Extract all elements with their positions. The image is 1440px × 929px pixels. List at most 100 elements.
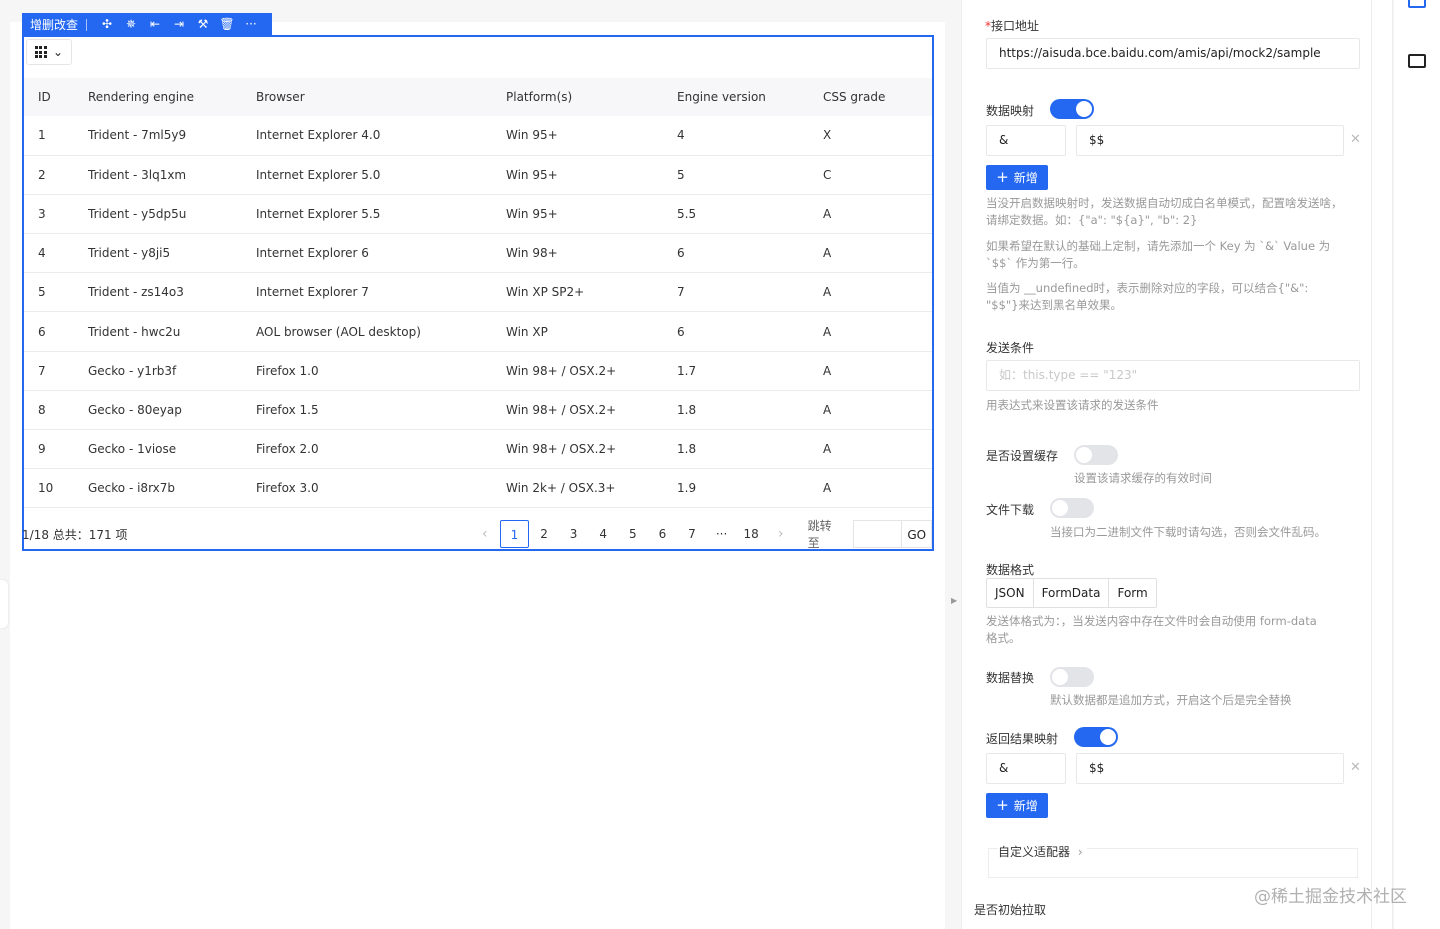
header-engine-version[interactable]: Engine version <box>677 78 823 116</box>
table-row[interactable]: 3 Trident - y5dp5u Internet Explorer 5.5 Wi… <box>24 194 932 235</box>
custom-adaptor-toggle[interactable]: 自定义适配器 › <box>998 843 1087 860</box>
cell-browser: Internet Explorer 6 <box>256 233 506 274</box>
page-button-18[interactable]: 18 <box>736 520 766 548</box>
data-format-label: 数据格式 <box>986 563 1035 577</box>
next-page-button[interactable]: › <box>766 520 796 548</box>
table-row[interactable]: 6 Trident - hwc2u AOL browser (AOL desktop… <box>24 311 932 352</box>
download-hint: 当接口为二进制文件下载时请勾选，否则会文件乱码。 <box>1050 525 1326 539</box>
move-icon[interactable]: ✣ <box>95 13 119 36</box>
column-toggle-button[interactable]: ⌄ <box>26 39 72 65</box>
data-mapping-switch[interactable] <box>1050 99 1094 119</box>
cell-browser: Firefox 1.0 <box>256 351 506 391</box>
data-mapping-hint-3: 当值为 __undefined时，表示删除对应的字段，可以结合{"&": "$$… <box>986 280 1366 314</box>
plus-icon: + <box>996 168 1009 186</box>
cell-browser: Internet Explorer 5.0 <box>256 155 506 195</box>
go-button[interactable]: GO <box>902 520 933 548</box>
cell-id: 9 <box>24 429 88 470</box>
send-condition-input[interactable]: 如：this.type == "123" <box>986 360 1360 391</box>
switch-knob <box>1052 500 1068 516</box>
format-option-form[interactable]: Form <box>1109 579 1155 607</box>
table-row[interactable]: 8 Gecko - 80eyap Firefox 1.5 Win 98+ / OSX.… <box>24 390 932 431</box>
pagination-info: 1/18 总共：171 项 <box>22 527 128 542</box>
table-row[interactable]: 5 Trident - zs14o3 Internet Explorer 7 Win … <box>24 272 932 313</box>
cell-grade: X <box>823 116 932 156</box>
align-right-icon[interactable]: ⇥ <box>167 13 191 36</box>
bug-icon[interactable]: ✵ <box>119 13 143 36</box>
cell-id: 6 <box>24 311 88 352</box>
api-url-input[interactable]: https://aisuda.bce.baidu.com/amis/api/mo… <box>986 38 1360 69</box>
cell-platform: Win XP <box>506 311 677 352</box>
switch-knob <box>1076 101 1092 117</box>
switch-knob <box>1100 729 1116 745</box>
jump-page-input[interactable] <box>853 520 903 548</box>
data-mapping-key-input[interactable]: & <box>986 125 1066 156</box>
page-button-3[interactable]: 3 <box>559 520 589 548</box>
hint-line: 请绑定数据。如：{"a": "${a}", "b": 2} <box>986 213 1198 227</box>
header-id[interactable]: ID <box>24 78 88 116</box>
cell-id: 3 <box>24 194 88 235</box>
header-css-grade[interactable]: CSS grade <box>823 78 932 116</box>
data-mapping-hint-1: 当没开启数据映射时，发送数据自动切成白名单模式，配置啥发送啥， 请绑定数据。如：… <box>986 195 1366 229</box>
replace-switch[interactable] <box>1050 667 1094 687</box>
table-row[interactable]: 9 Gecko - 1viose Firefox 2.0 Win 98+ / OSX.… <box>24 429 932 470</box>
hint-line: 如果希望在默认的基础上定制，请先添加一个 Key 为 `&` Value 为 <box>986 239 1331 253</box>
cell-id: 4 <box>24 233 88 274</box>
page-button-1[interactable]: 1 <box>499 520 530 548</box>
cell-version: 4 <box>677 116 823 156</box>
header-browser[interactable]: Browser <box>256 78 506 116</box>
align-left-icon[interactable]: ⇤ <box>143 13 167 36</box>
hammer-icon[interactable]: ⚒ <box>191 13 215 36</box>
add-data-mapping-button[interactable]: + 新增 <box>986 165 1048 190</box>
header-rendering-engine[interactable]: Rendering engine <box>88 78 256 116</box>
response-mapping-value-input[interactable]: $$ <box>1076 753 1344 784</box>
table-row[interactable]: 10 Gecko - i8rx7b Firefox 3.0 Win 2k+ / OSX… <box>24 468 932 509</box>
format-option-json[interactable]: JSON <box>987 579 1034 607</box>
api-label-text: 接口地址 <box>991 19 1040 33</box>
cell-version: 5 <box>677 155 823 195</box>
jump-label: 跳转至 <box>807 519 832 550</box>
left-collapse-tab[interactable] <box>0 580 8 628</box>
cell-browser: Firefox 1.5 <box>256 390 506 431</box>
chevron-down-icon: ⌄ <box>52 45 64 59</box>
page-button-4[interactable]: 4 <box>588 520 618 548</box>
add-response-mapping-button[interactable]: + 新增 <box>986 793 1048 818</box>
page-ellipsis[interactable]: ··· <box>707 520 737 548</box>
trash-icon[interactable]: 🗑 <box>215 13 239 36</box>
crud-table: ⌄ ID Rendering engine Browser Platform(s… <box>22 35 934 551</box>
cell-grade: A <box>823 390 932 431</box>
cell-version: 1.9 <box>677 468 823 509</box>
table-row[interactable]: 1 Trident - 7ml5y9 Internet Explorer 4.0 Wi… <box>24 116 932 156</box>
data-mapping-value-input[interactable]: $$ <box>1076 125 1344 156</box>
cell-grade: A <box>823 194 932 235</box>
page-button-6[interactable]: 6 <box>648 520 678 548</box>
cell-platform: Win 95+ <box>506 155 677 195</box>
cell-version: 1.8 <box>677 390 823 431</box>
cache-switch[interactable] <box>1074 445 1118 465</box>
prev-page-button[interactable]: ‹ <box>470 520 500 548</box>
data-format-hint: 发送体格式为：，当发送内容中存在文件时会自动使用 form-data 格式。 <box>986 613 1366 647</box>
chevron-right-icon: › <box>1077 845 1083 859</box>
download-switch[interactable] <box>1050 498 1094 518</box>
cache-hint: 设置该请求缓存的有效时间 <box>1074 471 1212 485</box>
response-mapping-switch[interactable] <box>1074 727 1118 747</box>
custom-adaptor-label: 自定义适配器 <box>998 845 1071 859</box>
cell-grade: A <box>823 233 932 274</box>
table-row[interactable]: 2 Trident - 3lq1xm Internet Explorer 5.0 Wi… <box>24 155 932 195</box>
data-format-selector: JSON FormData Form <box>986 578 1157 608</box>
page-button-7[interactable]: 7 <box>677 520 707 548</box>
more-icon[interactable]: ··· <box>239 13 263 36</box>
table-row[interactable]: 7 Gecko - y1rb3f Firefox 1.0 Win 98+ / OSX.… <box>24 351 932 391</box>
panel-collapse-arrow-icon[interactable]: ▶ <box>951 596 957 605</box>
response-mapping-key-input[interactable]: & <box>986 753 1066 784</box>
table-row[interactable]: 4 Trident - y8ji5 Internet Explorer 6 Win 9… <box>24 233 932 274</box>
remove-response-mapping-icon[interactable]: ✕ <box>1350 760 1361 775</box>
page-button-2[interactable]: 2 <box>529 520 559 548</box>
cell-browser: Firefox 2.0 <box>256 429 506 470</box>
hint-line: 发送体格式为：，当发送内容中存在文件时会自动使用 form-data <box>986 614 1317 628</box>
table-layout-icon[interactable] <box>1408 54 1426 68</box>
property-tab-icon[interactable] <box>1408 0 1426 8</box>
format-option-formdata[interactable]: FormData <box>1034 579 1110 607</box>
remove-mapping-icon[interactable]: ✕ <box>1350 132 1361 147</box>
header-platforms[interactable]: Platform(s) <box>506 78 677 116</box>
page-button-5[interactable]: 5 <box>618 520 648 548</box>
